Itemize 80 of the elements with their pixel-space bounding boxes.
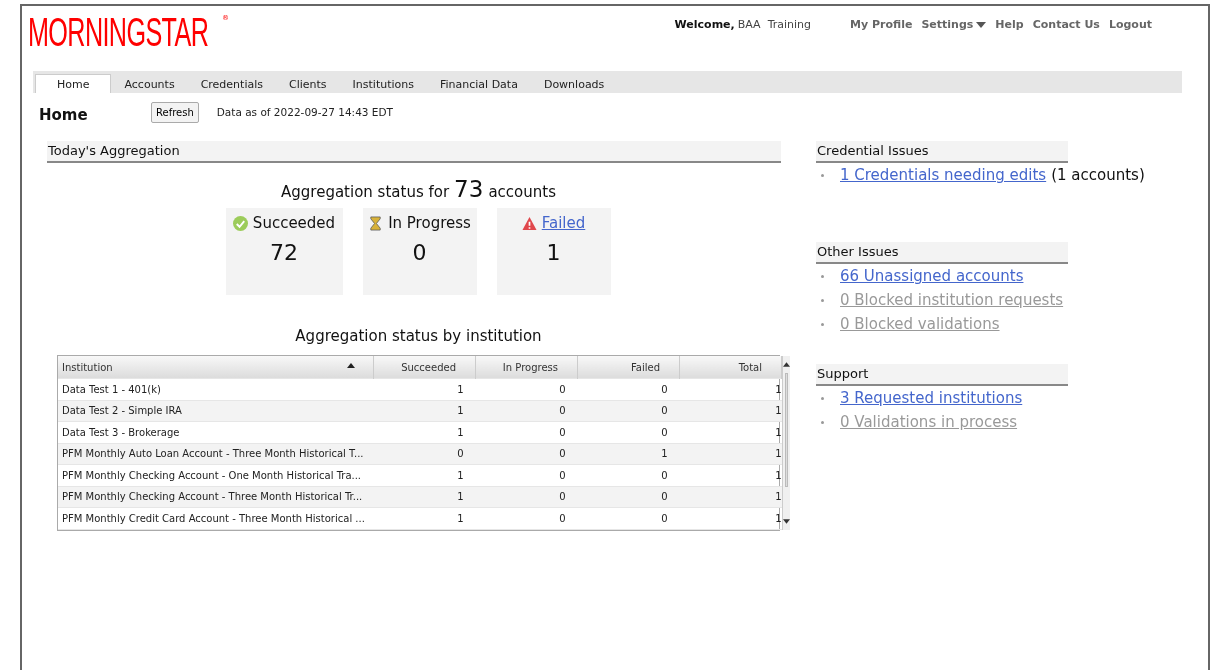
bullet-icon bbox=[821, 274, 824, 278]
scroll-down-icon[interactable] bbox=[783, 518, 790, 524]
table-cell: 0 bbox=[577, 507, 680, 529]
table-cell: 1 bbox=[679, 378, 782, 400]
bullet-icon bbox=[821, 322, 824, 326]
status-count: 0 bbox=[412, 240, 427, 265]
table-cell: 1 bbox=[679, 421, 782, 443]
account-note: (1 accounts) bbox=[1051, 166, 1145, 184]
table-cell: 1 bbox=[373, 507, 476, 529]
bullet-icon bbox=[821, 420, 824, 424]
nav-link[interactable]: Logout bbox=[1108, 18, 1152, 31]
section-header: Credential Issues bbox=[816, 141, 1068, 163]
issue-link[interactable]: 1 Credentials needing edits bbox=[840, 166, 1047, 184]
column-header[interactable]: In Progress bbox=[475, 356, 578, 379]
tab[interactable]: Home bbox=[35, 74, 112, 93]
table-cell: 1 bbox=[373, 378, 476, 400]
tab[interactable]: Credentials bbox=[187, 75, 276, 93]
user-name: BAA Training bbox=[737, 18, 812, 31]
section-header: Today's Aggregation bbox=[47, 141, 781, 163]
scroll-up-icon[interactable] bbox=[783, 362, 790, 367]
column-header[interactable]: Institution bbox=[58, 356, 374, 379]
column-header[interactable]: Failed bbox=[577, 356, 680, 379]
table-cell: 1 bbox=[373, 421, 476, 443]
status-count: 72 bbox=[270, 240, 298, 265]
table-title: Aggregation status by institution bbox=[294, 327, 543, 345]
tab[interactable]: Accounts bbox=[111, 75, 188, 93]
table-cell: Data Test 3 - Brokerage bbox=[58, 421, 374, 443]
hourglass-icon bbox=[368, 215, 384, 231]
bullet-icon bbox=[821, 173, 824, 177]
summary-text: Aggregation status for bbox=[281, 183, 450, 201]
table-cell: 0 bbox=[475, 464, 578, 486]
issue-link[interactable]: 3 Requested institutions bbox=[840, 389, 1023, 407]
tab[interactable]: Financial Data bbox=[427, 75, 531, 93]
caret-icon bbox=[976, 21, 987, 28]
column-header[interactable]: Succeeded bbox=[373, 356, 476, 379]
tab[interactable]: Downloads bbox=[530, 75, 618, 93]
status-link[interactable]: Failed bbox=[541, 214, 586, 232]
table-cell: 0 bbox=[475, 507, 578, 529]
scrollbar[interactable] bbox=[782, 356, 790, 530]
section-header: Other Issues bbox=[816, 242, 1068, 264]
data-timestamp: Data as of 2022-09-27 14:43 EDT bbox=[216, 106, 393, 118]
issue-link: 0 Blocked institution requests bbox=[840, 291, 1064, 309]
table-cell: Data Test 2 - Simple IRA bbox=[58, 400, 374, 422]
refresh-button[interactable]: Refresh bbox=[151, 101, 199, 123]
logo[interactable]: MORNINGSTAR bbox=[28, 12, 209, 52]
tab[interactable]: Clients bbox=[276, 75, 340, 93]
table-cell: 1 bbox=[373, 464, 476, 486]
bullet-icon bbox=[821, 298, 824, 302]
table-cell: 0 bbox=[577, 464, 680, 486]
nav-link[interactable]: Contact Us bbox=[1032, 18, 1100, 31]
table-cell: PFM Monthly Credit Card Account - Three Month Historical ... bbox=[58, 507, 374, 529]
table-cell: PFM Monthly Auto Loan Account - Three Month Historical T... bbox=[58, 443, 374, 465]
page-title: Home bbox=[39, 106, 89, 124]
status-label: In Progress bbox=[388, 214, 471, 232]
nav-link[interactable]: My Profile bbox=[850, 18, 913, 31]
table-cell: PFM Monthly Checking Account - Three Month Historical Tr... bbox=[58, 486, 374, 508]
summary-text: accounts bbox=[488, 183, 556, 201]
table-cell: 0 bbox=[475, 421, 578, 443]
table-cell: 1 bbox=[679, 464, 782, 486]
check-icon bbox=[232, 215, 248, 231]
bullet-icon bbox=[821, 396, 824, 400]
table-cell: 1 bbox=[679, 507, 782, 529]
column-header[interactable]: Total bbox=[679, 356, 782, 379]
issue-link: 0 Validations in process bbox=[840, 413, 1018, 431]
section-header: Support bbox=[816, 364, 1068, 386]
account-count: 73 bbox=[454, 176, 484, 202]
table-cell: Data Test 1 - 401(k) bbox=[58, 378, 374, 400]
tab[interactable]: Institutions bbox=[339, 75, 427, 93]
issue-link: 0 Blocked validations bbox=[840, 315, 1000, 333]
warning-icon bbox=[521, 215, 537, 231]
status-label: Succeeded bbox=[252, 214, 336, 232]
nav-link[interactable]: Settings bbox=[921, 18, 987, 31]
status-count: 1 bbox=[546, 240, 561, 265]
table-cell: PFM Monthly Checking Account - One Month Historical Tra... bbox=[58, 464, 374, 486]
issue-link[interactable]: 66 Unassigned accounts bbox=[840, 267, 1024, 285]
table-cell: 0 bbox=[475, 378, 578, 400]
welcome-label: Welcome, bbox=[674, 18, 735, 31]
table-cell: 0 bbox=[577, 378, 680, 400]
table-cell: 0 bbox=[577, 421, 680, 443]
nav-link[interactable]: Help bbox=[995, 18, 1024, 31]
